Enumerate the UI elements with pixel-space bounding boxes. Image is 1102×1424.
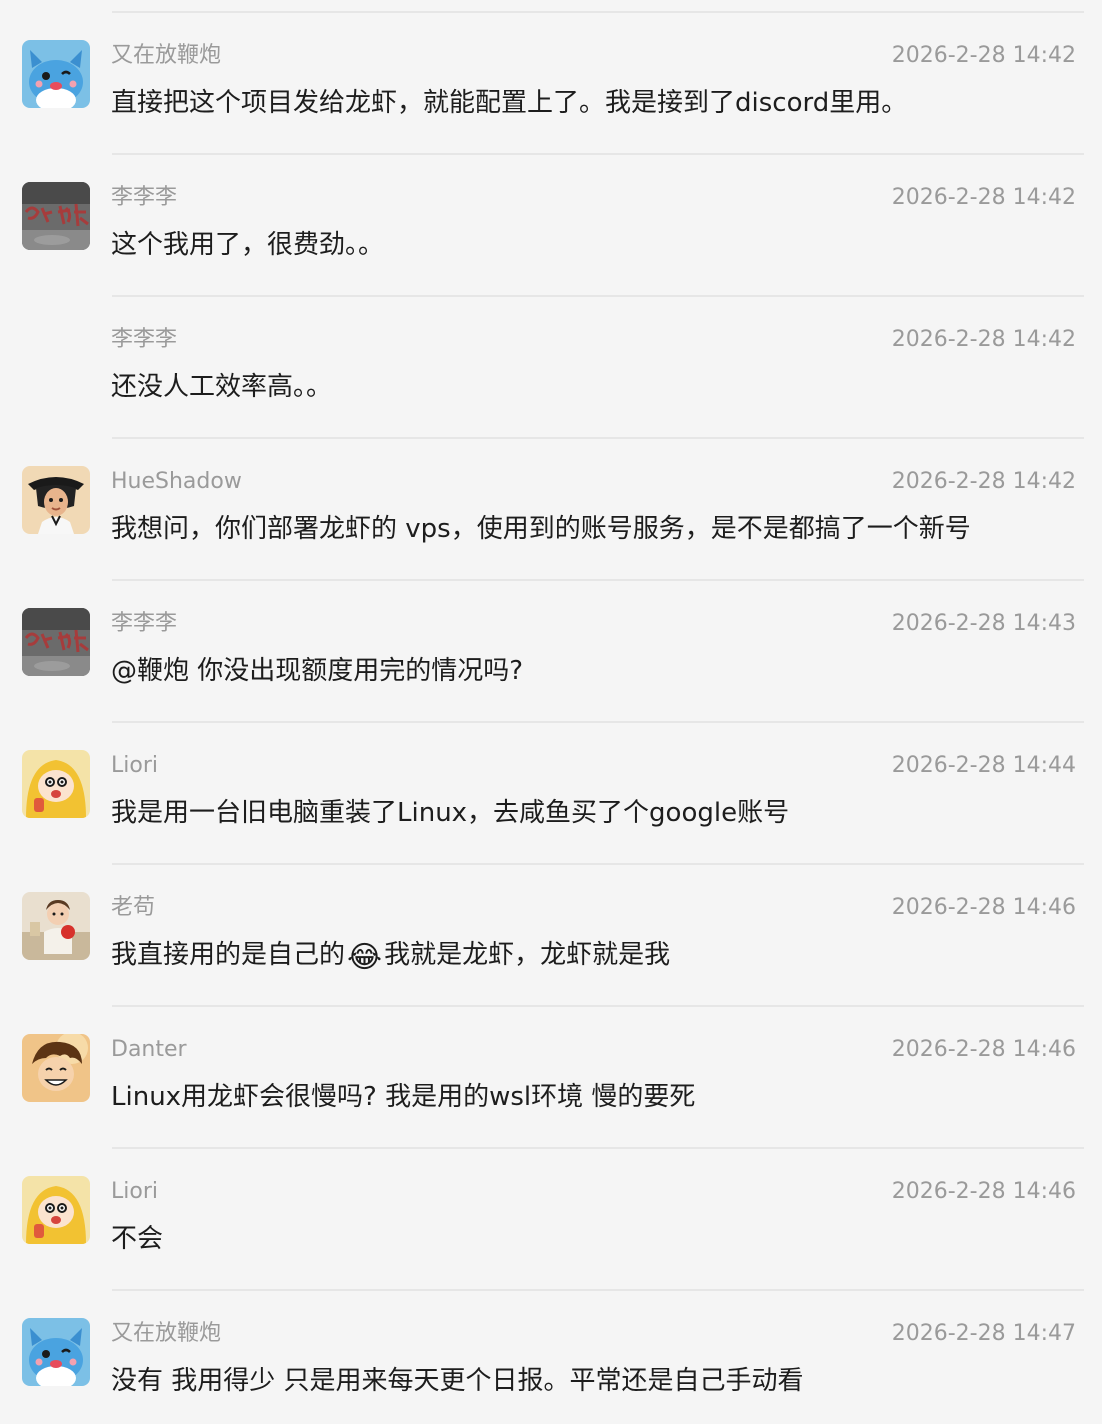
message-text: Linux用龙虾会很慢吗? 我是用的wsl环境 慢的要死 — [111, 1082, 696, 1112]
message-timestamp: 2026-2-28 14:43 — [891, 611, 1076, 636]
calligraphy-avatar[interactable] — [22, 608, 90, 676]
calligraphy-stone-icon — [22, 608, 90, 676]
message-timestamp: 2026-2-28 14:46 — [891, 895, 1076, 920]
message-text: 我直接用的是自己的😂我就是龙虾，龙虾就是我 — [111, 936, 670, 975]
blue-cat-avatar[interactable] — [22, 1318, 90, 1386]
blue-cat-icon — [22, 1318, 90, 1386]
chat-message: 老苟 2026-2-28 14:46 我直接用的是自己的😂我就是龙虾，龙虾就是我 — [0, 864, 1102, 1006]
apple-girl-icon — [22, 892, 90, 960]
sender-name[interactable]: Liori — [111, 750, 158, 782]
message-text: 没有 我用得少 只是用来每天更个日报。平常还是自己手动看 — [111, 1366, 804, 1396]
sender-name[interactable]: 又在放鞭炮 — [111, 1318, 221, 1350]
message-timestamp: 2026-2-28 14:46 — [891, 1037, 1076, 1062]
message-text: 还没人工效率高。。 — [111, 372, 333, 402]
apple-girl-avatar[interactable] — [22, 892, 90, 960]
anime-boy-icon — [22, 1034, 90, 1102]
message-timestamp: 2026-2-28 14:42 — [891, 327, 1076, 352]
message-text: 我是用一台旧电脑重装了Linux，去咸鱼买了个google账号 — [111, 798, 790, 828]
chat-message: 李李李 2026-2-28 14:42 还没人工效率高。。 — [0, 296, 1102, 438]
message-timestamp: 2026-2-28 14:42 — [891, 185, 1076, 210]
yellow-raincoat-kid-avatar[interactable] — [22, 1176, 90, 1244]
chat-message: 李李李 2026-2-28 14:43 @鞭炮 你没出现额度用完的情况吗? — [0, 580, 1102, 722]
yellow-raincoat-kid-icon — [22, 750, 90, 818]
blue-cat-avatar[interactable] — [22, 40, 90, 108]
message-text: 不会 — [111, 1224, 164, 1254]
sender-name[interactable]: 老苟 — [111, 892, 155, 924]
hat-girl-avatar[interactable] — [22, 466, 90, 534]
hat-girl-icon — [22, 466, 90, 534]
tears-of-joy-emoji-icon: 😂 — [347, 940, 383, 975]
sender-name[interactable]: 又在放鞭炮 — [111, 40, 221, 72]
message-timestamp: 2026-2-28 14:44 — [891, 753, 1076, 778]
calligraphy-avatar[interactable] — [22, 182, 90, 250]
message-text: 我想问，你们部署龙虾的 vps，使用到的账号服务，是不是都搞了一个新号 — [111, 514, 971, 544]
chat-message: 又在放鞭炮 2026-2-28 14:42 直接把这个项目发给龙虾，就能配置上了… — [0, 12, 1102, 154]
message-timestamp: 2026-2-28 14:42 — [891, 43, 1076, 68]
chat-message: 又在放鞭炮 2026-2-28 14:47 没有 我用得少 只是用来每天更个日报… — [0, 1290, 1102, 1424]
chat-message: Liori 2026-2-28 14:44 我是用一台旧电脑重装了Linux，去… — [0, 722, 1102, 864]
message-timestamp: 2026-2-28 14:46 — [891, 1179, 1076, 1204]
sender-name[interactable]: HueShadow — [111, 466, 242, 498]
sender-name[interactable]: 李李李 — [111, 324, 177, 356]
message-text-part: 我直接用的是自己的 — [111, 940, 346, 970]
chat-message: Liori 2026-2-28 14:46 不会 — [0, 1148, 1102, 1290]
anime-boy-avatar[interactable] — [22, 1034, 90, 1102]
chat-message: 李李李 2026-2-28 14:42 这个我用了，很费劲。。 — [0, 154, 1102, 296]
message-timestamp: 2026-2-28 14:47 — [891, 1321, 1076, 1346]
message-text: 这个我用了，很费劲。。 — [111, 230, 385, 260]
sender-name[interactable]: Liori — [111, 1176, 158, 1208]
yellow-raincoat-kid-avatar[interactable] — [22, 750, 90, 818]
blue-cat-icon — [22, 40, 90, 108]
message-text-part: 我就是龙虾，龙虾就是我 — [384, 940, 671, 970]
message-timestamp: 2026-2-28 14:42 — [891, 469, 1076, 494]
calligraphy-stone-icon — [22, 182, 90, 250]
chat-message: HueShadow 2026-2-28 14:42 我想问，你们部署龙虾的 vp… — [0, 438, 1102, 580]
chat-message: Danter 2026-2-28 14:46 Linux用龙虾会很慢吗? 我是用… — [0, 1006, 1102, 1148]
sender-name[interactable]: 李李李 — [111, 182, 177, 214]
chat-message-list: 又在放鞭炮 2026-2-28 14:42 直接把这个项目发给龙虾，就能配置上了… — [0, 0, 1102, 1424]
message-text: 直接把这个项目发给龙虾，就能配置上了。我是接到了discord里用。 — [111, 88, 908, 118]
sender-name[interactable]: Danter — [111, 1034, 187, 1066]
yellow-raincoat-kid-icon — [22, 1176, 90, 1244]
sender-name[interactable]: 李李李 — [111, 608, 177, 640]
message-text: @鞭炮 你没出现额度用完的情况吗? — [111, 656, 524, 686]
